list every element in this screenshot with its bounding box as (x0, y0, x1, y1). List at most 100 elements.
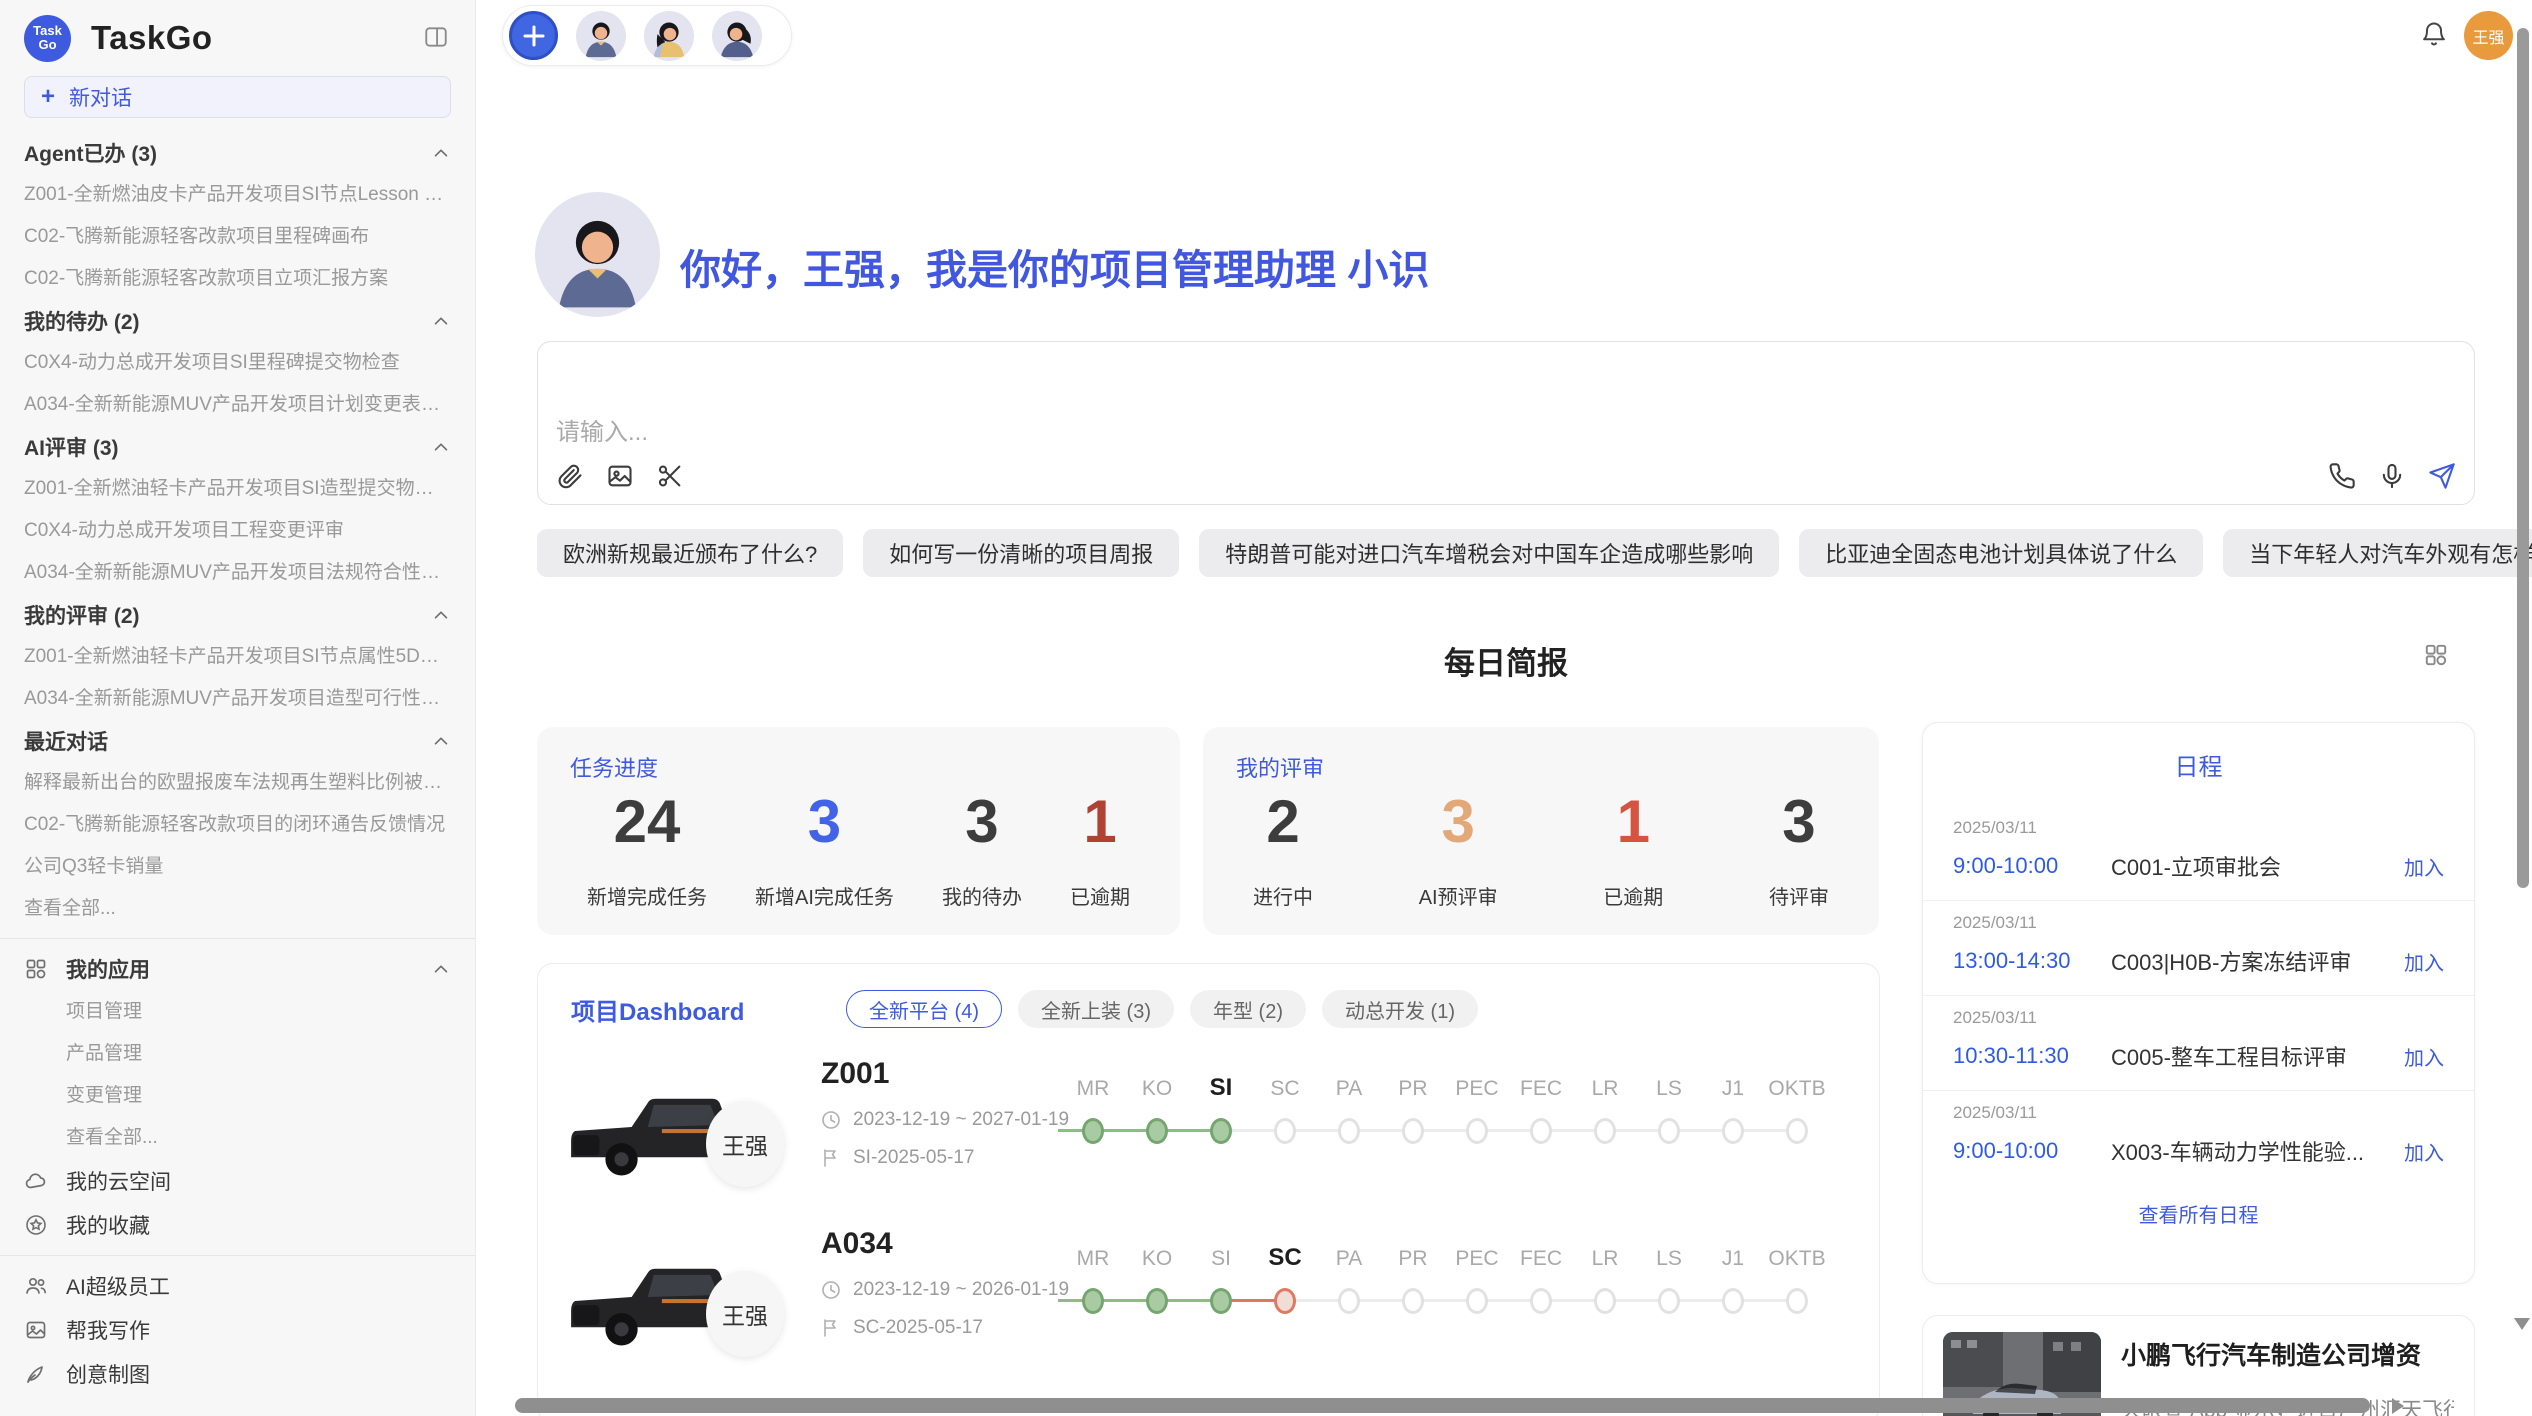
sidebar-item[interactable]: Z001-全新燃油皮卡产品开发项目SI节点Lesson Learn报告 (24, 174, 451, 216)
event-join-link[interactable]: 加入 (2404, 1137, 2444, 1166)
sidebar-app-item[interactable]: 变更管理 (24, 1075, 451, 1117)
sidebar-tool[interactable]: 创意制图 (24, 1352, 451, 1396)
project-row[interactable]: 王强Z0012023-12-19 ~ 2027-01-19SI-2025-05-… (538, 1049, 1879, 1219)
chevron-up-icon[interactable] (431, 437, 451, 457)
suggestion-chip[interactable]: 比亚迪全固态电池计划具体说了什么 (1799, 529, 2203, 577)
vertical-scrollbar[interactable] (2517, 28, 2529, 888)
dashboard-tab[interactable]: 全新上装 (3) (1018, 990, 1174, 1028)
sidebar-tool[interactable]: AI超级员工 (24, 1264, 451, 1308)
chat-input-box[interactable]: 请输入... (537, 341, 2475, 505)
composer-left-icons (556, 462, 684, 490)
schedule-event: 2025/03/1113:00-14:30C003|H0B-方案冻结评审加入 (1923, 901, 2474, 996)
event-name: X003-车辆动力学性能验... (2111, 1135, 2392, 1167)
scissors-icon[interactable] (656, 462, 684, 490)
suggestion-chip[interactable]: 如何写一份清晰的项目周报 (863, 529, 1179, 577)
event-date: 2025/03/11 (1953, 1008, 2444, 1028)
sidebar-item[interactable]: A034-全新新能源MUV产品开发项目计划变更表编写 (24, 384, 451, 426)
milestone-dot (1402, 1118, 1424, 1144)
sidebar-item[interactable]: A034-全新新能源MUV产品开发项目法规符合性评审 (24, 552, 451, 594)
sidebar-group-header[interactable]: 最近对话 (24, 720, 451, 762)
sidebar-group-header[interactable]: 我的待办 (2) (24, 300, 451, 342)
attachment-icon[interactable] (556, 462, 584, 490)
event-join-link[interactable]: 加入 (2404, 1042, 2444, 1071)
sidebar-item[interactable]: C0X4-动力总成开发项目工程变更评审 (24, 510, 451, 552)
sidebar-item[interactable]: 解释最新出台的欧盟报废车法规再生塑料比例被调至15%... (24, 762, 451, 804)
send-icon[interactable] (2428, 462, 2456, 490)
milestone-dot (1722, 1118, 1744, 1144)
milestone-dot (1082, 1288, 1104, 1314)
dashboard-tab[interactable]: 全新平台 (4) (846, 990, 1002, 1028)
new-chat-button[interactable]: + 新对话 (24, 76, 451, 118)
member-avatar-2[interactable] (644, 11, 694, 61)
sidebar-shortcut[interactable]: 我的收藏 (24, 1203, 451, 1247)
sidebar-group-title: AI评审 (3) (24, 432, 119, 462)
image-upload-icon[interactable] (606, 462, 634, 490)
sidebar-item[interactable]: C02-飞腾新能源轻客改款项目的闭环通告反馈情况 (24, 804, 451, 846)
event-row: 9:00-10:00X003-车辆动力学性能验...加入 (1953, 1135, 2444, 1167)
add-member-button[interactable] (509, 11, 558, 60)
schedule-event: 2025/03/11 9:00-10:00C001-立项审批会加入 (1923, 806, 2474, 901)
milestone-dot (1722, 1288, 1744, 1314)
sidebar-item[interactable]: C0X4-动力总成开发项目SI里程碑提交物检查 (24, 342, 451, 384)
milestone-label: LR (1573, 1247, 1637, 1271)
suggestion-chip[interactable]: 特朗普可能对进口汽车增税会对中国车企造成哪些影响 (1199, 529, 1779, 577)
logo-text-bottom: Go (38, 38, 56, 52)
sidebar-item[interactable]: C02-飞腾新能源轻客改款项目立项汇报方案 (24, 258, 451, 300)
suggestion-chip[interactable]: 当下年轻人对汽车外观有怎样的喜好趋势 (2223, 529, 2532, 577)
scroll-right-arrow[interactable] (2392, 1398, 2404, 1414)
chevron-up-icon[interactable] (431, 311, 451, 331)
sidebar-group-header[interactable]: Agent已办 (3) (24, 132, 451, 174)
sidebar-item[interactable]: Z001-全新燃油轻卡产品开发项目SI节点属性5D文件评审 (24, 636, 451, 678)
chevron-up-icon[interactable] (431, 605, 451, 625)
image-icon (24, 1318, 48, 1342)
dashboard-tab[interactable]: 年型 (2) (1190, 990, 1306, 1028)
event-date: 2025/03/11 (1953, 818, 2444, 838)
sidebar-item[interactable]: Z001-全新燃油轻卡产品开发项目SI造型提交物评审 (24, 468, 451, 510)
scroll-down-arrow[interactable] (2514, 1318, 2530, 1330)
event-row: 9:00-10:00C001-立项审批会加入 (1953, 850, 2444, 882)
sidebar-apps-header[interactable]: 我的应用 (24, 947, 451, 991)
chevron-up-icon[interactable] (431, 143, 451, 163)
stat-label: AI预评审 (1419, 881, 1498, 910)
sidebar-item[interactable]: A034-全新新能源MUV产品开发项目造型可行性评审 (24, 678, 451, 720)
sidebar-app-item[interactable]: 查看全部... (24, 1117, 451, 1159)
event-row: 10:30-11:30C005-整车工程目标评审加入 (1953, 1040, 2444, 1072)
event-join-link[interactable]: 加入 (2404, 947, 2444, 976)
notification-bell-icon[interactable] (2420, 20, 2448, 48)
horizontal-scrollbar[interactable] (515, 1398, 2370, 1413)
member-avatar-1[interactable] (576, 11, 626, 61)
phone-icon[interactable] (2328, 462, 2356, 490)
stat-label: 已逾期 (1603, 881, 1663, 910)
sidebar-app-item[interactable]: 项目管理 (24, 991, 451, 1033)
milestone-label: LS (1637, 1247, 1701, 1271)
suggestion-chip[interactable]: 欧洲新规最近颁布了什么? (537, 529, 843, 577)
milestone-label: PR (1381, 1077, 1445, 1101)
event-join-link[interactable]: 加入 (2404, 852, 2444, 881)
sidebar-item[interactable]: C02-飞腾新能源轻客改款项目里程碑画布 (24, 216, 451, 258)
project-row[interactable]: 王强A0342023-12-19 ~ 2026-01-19SC-2025-05-… (538, 1219, 1879, 1389)
event-name: C003|H0B-方案冻结评审 (2111, 945, 2392, 977)
dashboard-tab[interactable]: 动总开发 (1) (1322, 990, 1478, 1028)
chat-input-placeholder: 请输入... (556, 412, 648, 447)
sidebar-shortcut[interactable]: 我的云空间 (24, 1159, 451, 1203)
milestone-label: SC (1253, 1077, 1317, 1101)
app-title: TaskGo (91, 19, 213, 57)
sidebar-group-header[interactable]: 我的评审 (2) (24, 594, 451, 636)
sidebar-item[interactable]: 查看全部... (24, 888, 451, 930)
sidebar-tool[interactable]: 帮我写作 (24, 1308, 451, 1352)
microphone-icon[interactable] (2378, 462, 2406, 490)
sidebar-collapse-icon[interactable] (423, 24, 449, 50)
sidebar-group-header[interactable]: AI评审 (3) (24, 426, 451, 468)
sidebar-item[interactable]: 公司Q3轻卡销量 (24, 846, 451, 888)
milestone-label: J1 (1701, 1077, 1765, 1101)
chevron-up-icon[interactable] (431, 731, 451, 751)
user-avatar[interactable]: 王强 (2464, 11, 2513, 60)
stat-value: 2 (1253, 789, 1313, 855)
milestone-label: PR (1381, 1247, 1445, 1271)
event-name: C001-立项审批会 (2111, 850, 2392, 882)
chevron-up-icon[interactable] (431, 959, 451, 979)
view-all-schedule-link[interactable]: 查看所有日程 (1923, 1199, 2474, 1228)
sidebar-app-item[interactable]: 产品管理 (24, 1033, 451, 1075)
member-avatar-3[interactable] (712, 11, 762, 61)
layout-grid-icon[interactable] (2423, 642, 2449, 668)
